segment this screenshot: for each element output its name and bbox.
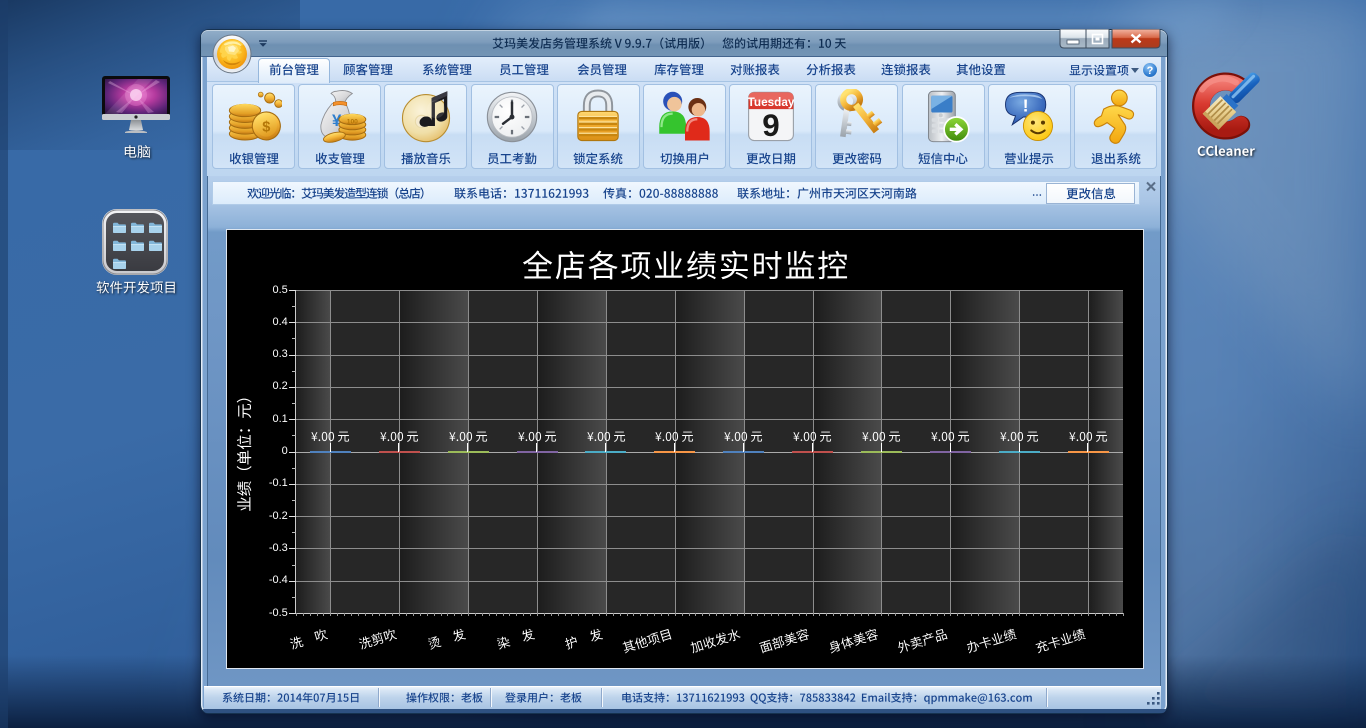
svg-text:9: 9: [762, 108, 779, 143]
svg-text:$: $: [262, 120, 270, 136]
svg-text:!: !: [1023, 95, 1029, 115]
svg-text:100: 100: [346, 119, 357, 126]
svg-text:?: ?: [1147, 65, 1154, 77]
svg-text:Tuesday: Tuesday: [747, 96, 794, 109]
